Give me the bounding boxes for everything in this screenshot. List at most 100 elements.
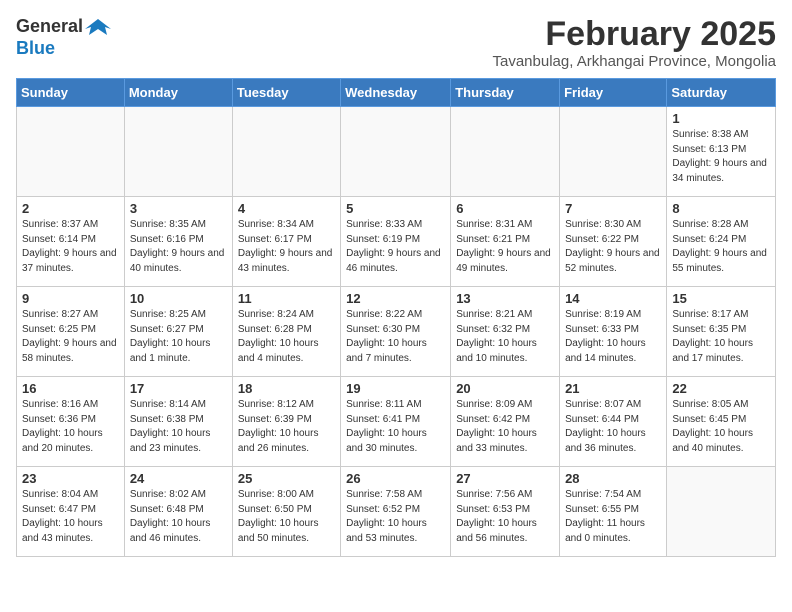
calendar-cell: 3 Sunrise: 8:35 AM Sunset: 6:16 PM Daylig… (124, 197, 232, 287)
day-info: Sunrise: 8:25 AM Sunset: 6:27 PM Dayligh… (130, 308, 227, 366)
logo-bird-icon (85, 17, 111, 37)
calendar-cell: 7 Sunrise: 8:30 AM Sunset: 6:22 PM Daylig… (560, 197, 667, 287)
day-number: 18 (238, 381, 335, 396)
calendar-week-row: 16 Sunrise: 8:16 AM Sunset: 6:36 PM Dayli… (17, 377, 776, 467)
calendar-cell (17, 107, 125, 197)
calendar-cell: 21 Sunrise: 8:07 AM Sunset: 6:44 PM Dayli… (560, 377, 667, 467)
day-number: 21 (565, 381, 661, 396)
day-number: 28 (565, 471, 661, 486)
day-number: 1 (672, 111, 770, 126)
day-info: Sunrise: 8:07 AM Sunset: 6:44 PM Dayligh… (565, 398, 661, 456)
day-number: 19 (346, 381, 445, 396)
day-info: Sunrise: 8:14 AM Sunset: 6:38 PM Dayligh… (130, 398, 227, 456)
weekday-header-tuesday: Tuesday (232, 79, 340, 107)
day-info: Sunrise: 8:33 AM Sunset: 6:19 PM Dayligh… (346, 218, 445, 276)
day-info: Sunrise: 7:56 AM Sunset: 6:53 PM Dayligh… (456, 488, 554, 546)
day-number: 9 (22, 291, 119, 306)
day-info: Sunrise: 8:12 AM Sunset: 6:39 PM Dayligh… (238, 398, 335, 456)
calendar-cell (232, 107, 340, 197)
calendar-week-row: 9 Sunrise: 8:27 AM Sunset: 6:25 PM Daylig… (17, 287, 776, 377)
calendar-cell: 2Sunrise: 8:37 AM Sunset: 6:14 PM Daylig… (17, 197, 125, 287)
location-subtitle: Tavanbulag, Arkhangai Province, Mongolia (492, 53, 776, 70)
day-number: 8 (672, 201, 770, 216)
logo-blue-text: Blue (16, 38, 55, 60)
calendar-cell (451, 107, 560, 197)
calendar-cell: 22 Sunrise: 8:05 AM Sunset: 6:45 PM Dayli… (667, 377, 776, 467)
calendar-week-row: 1Sunrise: 8:38 AM Sunset: 6:13 PM Daylig… (17, 107, 776, 197)
day-number: 22 (672, 381, 770, 396)
weekday-header-thursday: Thursday (451, 79, 560, 107)
calendar-cell (124, 107, 232, 197)
day-number: 23 (22, 471, 119, 486)
day-info: Sunrise: 8:04 AM Sunset: 6:47 PM Dayligh… (22, 488, 119, 546)
day-info: Sunrise: 8:34 AM Sunset: 6:17 PM Dayligh… (238, 218, 335, 276)
calendar-cell: 4 Sunrise: 8:34 AM Sunset: 6:17 PM Daylig… (232, 197, 340, 287)
day-number: 10 (130, 291, 227, 306)
calendar-cell: 20Sunrise: 8:09 AM Sunset: 6:42 PM Dayli… (451, 377, 560, 467)
day-info: Sunrise: 8:19 AM Sunset: 6:33 PM Dayligh… (565, 308, 661, 366)
calendar-cell: 1Sunrise: 8:38 AM Sunset: 6:13 PM Daylig… (667, 107, 776, 197)
calendar-cell: 16 Sunrise: 8:16 AM Sunset: 6:36 PM Dayli… (17, 377, 125, 467)
month-year-title: February 2025 (492, 16, 776, 53)
calendar-cell: 5 Sunrise: 8:33 AM Sunset: 6:19 PM Daylig… (341, 197, 451, 287)
calendar-table: SundayMondayTuesdayWednesdayThursdayFrid… (16, 78, 776, 557)
day-number: 26 (346, 471, 445, 486)
calendar-cell (341, 107, 451, 197)
calendar-header: SundayMondayTuesdayWednesdayThursdayFrid… (17, 79, 776, 107)
day-info: Sunrise: 8:22 AM Sunset: 6:30 PM Dayligh… (346, 308, 445, 366)
day-info: Sunrise: 8:27 AM Sunset: 6:25 PM Dayligh… (22, 308, 119, 366)
weekday-header-wednesday: Wednesday (341, 79, 451, 107)
calendar-week-row: 2Sunrise: 8:37 AM Sunset: 6:14 PM Daylig… (17, 197, 776, 287)
weekday-header-sunday: Sunday (17, 79, 125, 107)
day-number: 3 (130, 201, 227, 216)
calendar-cell: 14 Sunrise: 8:19 AM Sunset: 6:33 PM Dayli… (560, 287, 667, 377)
day-info: Sunrise: 8:00 AM Sunset: 6:50 PM Dayligh… (238, 488, 335, 546)
weekday-header-saturday: Saturday (667, 79, 776, 107)
day-number: 7 (565, 201, 661, 216)
calendar-cell: 18 Sunrise: 8:12 AM Sunset: 6:39 PM Dayli… (232, 377, 340, 467)
day-info: Sunrise: 8:09 AM Sunset: 6:42 PM Dayligh… (456, 398, 554, 456)
day-number: 15 (672, 291, 770, 306)
calendar-cell: 13 Sunrise: 8:21 AM Sunset: 6:32 PM Dayli… (451, 287, 560, 377)
day-number: 17 (130, 381, 227, 396)
calendar-cell: 23 Sunrise: 8:04 AM Sunset: 6:47 PM Dayli… (17, 467, 125, 557)
calendar-body: 1Sunrise: 8:38 AM Sunset: 6:13 PM Daylig… (17, 107, 776, 557)
day-info: Sunrise: 8:35 AM Sunset: 6:16 PM Dayligh… (130, 218, 227, 276)
title-area: February 2025 Tavanbulag, Arkhangai Prov… (492, 16, 776, 70)
day-info: Sunrise: 8:16 AM Sunset: 6:36 PM Dayligh… (22, 398, 119, 456)
day-number: 4 (238, 201, 335, 216)
calendar-cell: 8 Sunrise: 8:28 AM Sunset: 6:24 PM Daylig… (667, 197, 776, 287)
logo: General Blue (16, 16, 111, 59)
day-info: Sunrise: 8:31 AM Sunset: 6:21 PM Dayligh… (456, 218, 554, 276)
page-header: General Blue February 2025 Tavanbulag, A… (16, 16, 776, 70)
day-number: 6 (456, 201, 554, 216)
day-number: 5 (346, 201, 445, 216)
weekday-header-row: SundayMondayTuesdayWednesdayThursdayFrid… (17, 79, 776, 107)
day-info: Sunrise: 8:37 AM Sunset: 6:14 PM Dayligh… (22, 218, 119, 276)
day-number: 13 (456, 291, 554, 306)
day-info: Sunrise: 7:58 AM Sunset: 6:52 PM Dayligh… (346, 488, 445, 546)
day-info: Sunrise: 7:54 AM Sunset: 6:55 PM Dayligh… (565, 488, 661, 546)
calendar-cell: 10 Sunrise: 8:25 AM Sunset: 6:27 PM Dayli… (124, 287, 232, 377)
day-info: Sunrise: 8:21 AM Sunset: 6:32 PM Dayligh… (456, 308, 554, 366)
weekday-header-friday: Friday (560, 79, 667, 107)
day-number: 16 (22, 381, 119, 396)
day-info: Sunrise: 8:28 AM Sunset: 6:24 PM Dayligh… (672, 218, 770, 276)
day-number: 12 (346, 291, 445, 306)
calendar-cell: 24Sunrise: 8:02 AM Sunset: 6:48 PM Dayli… (124, 467, 232, 557)
day-info: Sunrise: 8:02 AM Sunset: 6:48 PM Dayligh… (130, 488, 227, 546)
day-info: Sunrise: 8:30 AM Sunset: 6:22 PM Dayligh… (565, 218, 661, 276)
day-number: 14 (565, 291, 661, 306)
calendar-cell: 26 Sunrise: 7:58 AM Sunset: 6:52 PM Dayli… (341, 467, 451, 557)
day-info: Sunrise: 8:24 AM Sunset: 6:28 PM Dayligh… (238, 308, 335, 366)
day-info: Sunrise: 8:05 AM Sunset: 6:45 PM Dayligh… (672, 398, 770, 456)
calendar-cell: 28 Sunrise: 7:54 AM Sunset: 6:55 PM Dayli… (560, 467, 667, 557)
logo-general-text: General (16, 16, 83, 38)
calendar-cell: 27Sunrise: 7:56 AM Sunset: 6:53 PM Dayli… (451, 467, 560, 557)
day-number: 25 (238, 471, 335, 486)
day-info: Sunrise: 8:11 AM Sunset: 6:41 PM Dayligh… (346, 398, 445, 456)
calendar-cell: 15Sunrise: 8:17 AM Sunset: 6:35 PM Dayli… (667, 287, 776, 377)
calendar-cell: 25 Sunrise: 8:00 AM Sunset: 6:50 PM Dayli… (232, 467, 340, 557)
calendar-cell: 17 Sunrise: 8:14 AM Sunset: 6:38 PM Dayli… (124, 377, 232, 467)
calendar-cell: 11Sunrise: 8:24 AM Sunset: 6:28 PM Dayli… (232, 287, 340, 377)
